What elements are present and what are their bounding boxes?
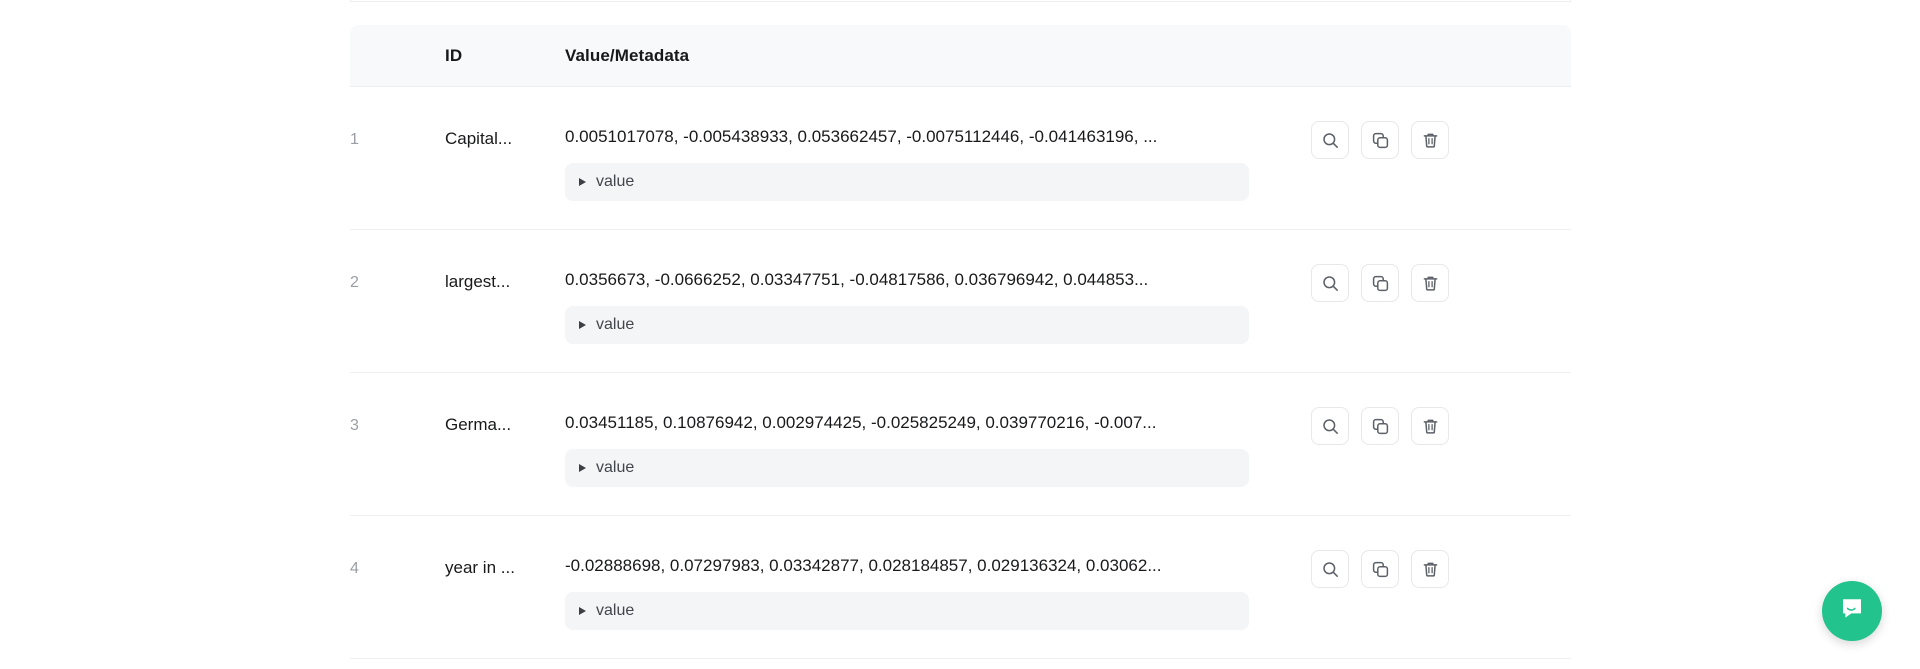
copy-icon <box>1371 560 1390 579</box>
row-value-cell: 0.0356673, -0.0666252, 0.03347751, -0.04… <box>565 258 1262 344</box>
chevron-right-icon <box>579 178 586 186</box>
row-value-cell: 0.03451185, 0.10876942, 0.002974425, -0.… <box>565 401 1262 487</box>
table-row: 3 Germa... 0.03451185, 0.10876942, 0.00297… <box>350 373 1571 516</box>
row-id[interactable]: Capital... <box>445 115 565 149</box>
row-metadata-label: value <box>596 173 635 190</box>
table-header-row: ID Value/Metadata <box>350 25 1571 87</box>
copy-icon <box>1371 274 1390 293</box>
row-index: 4 <box>350 560 359 577</box>
trash-icon <box>1421 274 1440 293</box>
row-vector-preview: 0.0051017078, -0.005438933, 0.053662457,… <box>565 127 1158 146</box>
chat-bubble-icon <box>1839 596 1865 627</box>
row-index: 3 <box>350 417 359 434</box>
row-copy-button[interactable] <box>1361 407 1399 445</box>
row-delete-button[interactable] <box>1411 121 1449 159</box>
row-actions <box>1262 401 1571 445</box>
embeddings-table: ID Value/Metadata 1 Capital... 0.005101707… <box>350 25 1571 659</box>
row-vector-preview: 0.0356673, -0.0666252, 0.03347751, -0.04… <box>565 270 1149 289</box>
row-value-cell: -0.02888698, 0.07297983, 0.03342877, 0.0… <box>565 544 1262 630</box>
row-index: 1 <box>350 131 359 148</box>
table-body: 1 Capital... 0.0051017078, -0.005438933, 0… <box>350 87 1571 659</box>
row-index: 2 <box>350 274 359 291</box>
row-delete-button[interactable] <box>1411 407 1449 445</box>
row-copy-button[interactable] <box>1361 264 1399 302</box>
row-copy-button[interactable] <box>1361 121 1399 159</box>
search-icon <box>1321 274 1340 293</box>
trash-icon <box>1421 417 1440 436</box>
row-vector-preview: 0.03451185, 0.10876942, 0.002974425, -0.… <box>565 413 1157 432</box>
table-row: 1 Capital... 0.0051017078, -0.005438933, 0… <box>350 87 1571 230</box>
row-value-cell: 0.0051017078, -0.005438933, 0.053662457,… <box>565 115 1262 201</box>
row-id[interactable]: Germa... <box>445 401 565 435</box>
trash-icon <box>1421 560 1440 579</box>
search-icon <box>1321 417 1340 436</box>
row-delete-button[interactable] <box>1411 550 1449 588</box>
row-actions <box>1262 115 1571 159</box>
chevron-right-icon <box>579 464 586 472</box>
card-top-edge <box>350 0 1571 2</box>
chevron-right-icon <box>579 321 586 329</box>
row-inspect-button[interactable] <box>1311 550 1349 588</box>
row-metadata-disclosure[interactable]: value <box>565 449 1249 487</box>
trash-icon <box>1421 131 1440 150</box>
row-metadata-disclosure[interactable]: value <box>565 592 1249 630</box>
support-chat-launcher[interactable] <box>1822 581 1882 641</box>
row-actions <box>1262 544 1571 588</box>
row-id[interactable]: year in ... <box>445 544 565 578</box>
table-row: 2 largest... 0.0356673, -0.0666252, 0.0334… <box>350 230 1571 373</box>
row-inspect-button[interactable] <box>1311 121 1349 159</box>
search-icon <box>1321 131 1340 150</box>
row-inspect-button[interactable] <box>1311 264 1349 302</box>
row-delete-button[interactable] <box>1411 264 1449 302</box>
row-metadata-disclosure[interactable]: value <box>565 306 1249 344</box>
chevron-right-icon <box>579 607 586 615</box>
row-metadata-label: value <box>596 459 635 476</box>
copy-icon <box>1371 131 1390 150</box>
row-metadata-label: value <box>596 602 635 619</box>
copy-icon <box>1371 417 1390 436</box>
row-vector-preview: -0.02888698, 0.07297983, 0.03342877, 0.0… <box>565 556 1162 575</box>
table-row: 4 year in ... -0.02888698, 0.07297983, 0.0… <box>350 516 1571 659</box>
row-actions <box>1262 258 1571 302</box>
search-icon <box>1321 560 1340 579</box>
row-id[interactable]: largest... <box>445 258 565 292</box>
column-header-value: Value/Metadata <box>565 45 690 65</box>
row-metadata-disclosure[interactable]: value <box>565 163 1249 201</box>
row-metadata-label: value <box>596 316 635 333</box>
row-copy-button[interactable] <box>1361 550 1399 588</box>
row-inspect-button[interactable] <box>1311 407 1349 445</box>
column-header-id: ID <box>445 45 463 65</box>
